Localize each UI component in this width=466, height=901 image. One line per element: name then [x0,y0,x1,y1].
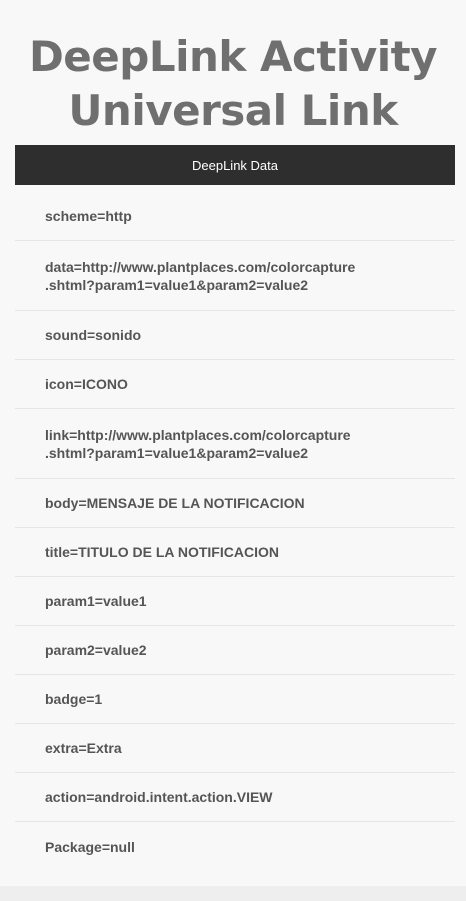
list-item-text: action=android.intent.action.VIEW [45,789,273,805]
list-item-badge: badge=1 [15,675,455,724]
list-item-title: title=TITULO DE LA NOTIFICACION [15,528,455,577]
list-item-text: title=TITULO DE LA NOTIFICACION [45,544,279,560]
deeplink-data-list: scheme=http data=http://www.plantplaces.… [15,192,455,871]
list-item-scheme: scheme=http [15,192,455,241]
list-item-text: data=http://www.plantplaces.com/colorcap… [45,258,356,293]
list-item-text: body=MENSAJE DE LA NOTIFICACION [45,495,305,511]
list-item-data: data=http://www.plantplaces.com/colorcap… [15,241,455,311]
list-item-text: sound=sonido [45,327,142,343]
list-item-text: param1=value1 [45,593,147,609]
page-title-line-2: Universal Link [68,86,398,135]
list-item-extra: extra=Extra [15,724,455,773]
list-item-text: icon=ICONO [45,376,128,392]
deeplink-data-header: DeepLink Data [15,145,455,185]
list-item-text: extra=Extra [45,740,122,756]
page-title: DeepLink Activity Universal Link [0,30,466,138]
list-item-param1: param1=value1 [15,577,455,626]
list-item-sound: sound=sonido [15,311,455,360]
list-item-text: param2=value2 [45,642,147,658]
list-item-text: link=http://www.plantplaces.com/colorcap… [45,426,351,461]
list-item-text: scheme=http [45,208,132,224]
list-item-text: Package=null [45,838,135,855]
list-item-body: body=MENSAJE DE LA NOTIFICACION [15,479,455,528]
list-item-param2: param2=value2 [15,626,455,675]
app-screen: DeepLink Activity Universal Link DeepLin… [0,0,466,886]
list-item-link: link=http://www.plantplaces.com/colorcap… [15,409,455,479]
list-item-package: Package=null [15,822,455,871]
list-item-text: badge=1 [45,691,103,707]
list-item-action: action=android.intent.action.VIEW [15,773,455,822]
page-title-line-1: DeepLink Activity [28,32,438,81]
list-item-icon: icon=ICONO [15,360,455,409]
bottom-edge [0,886,466,901]
